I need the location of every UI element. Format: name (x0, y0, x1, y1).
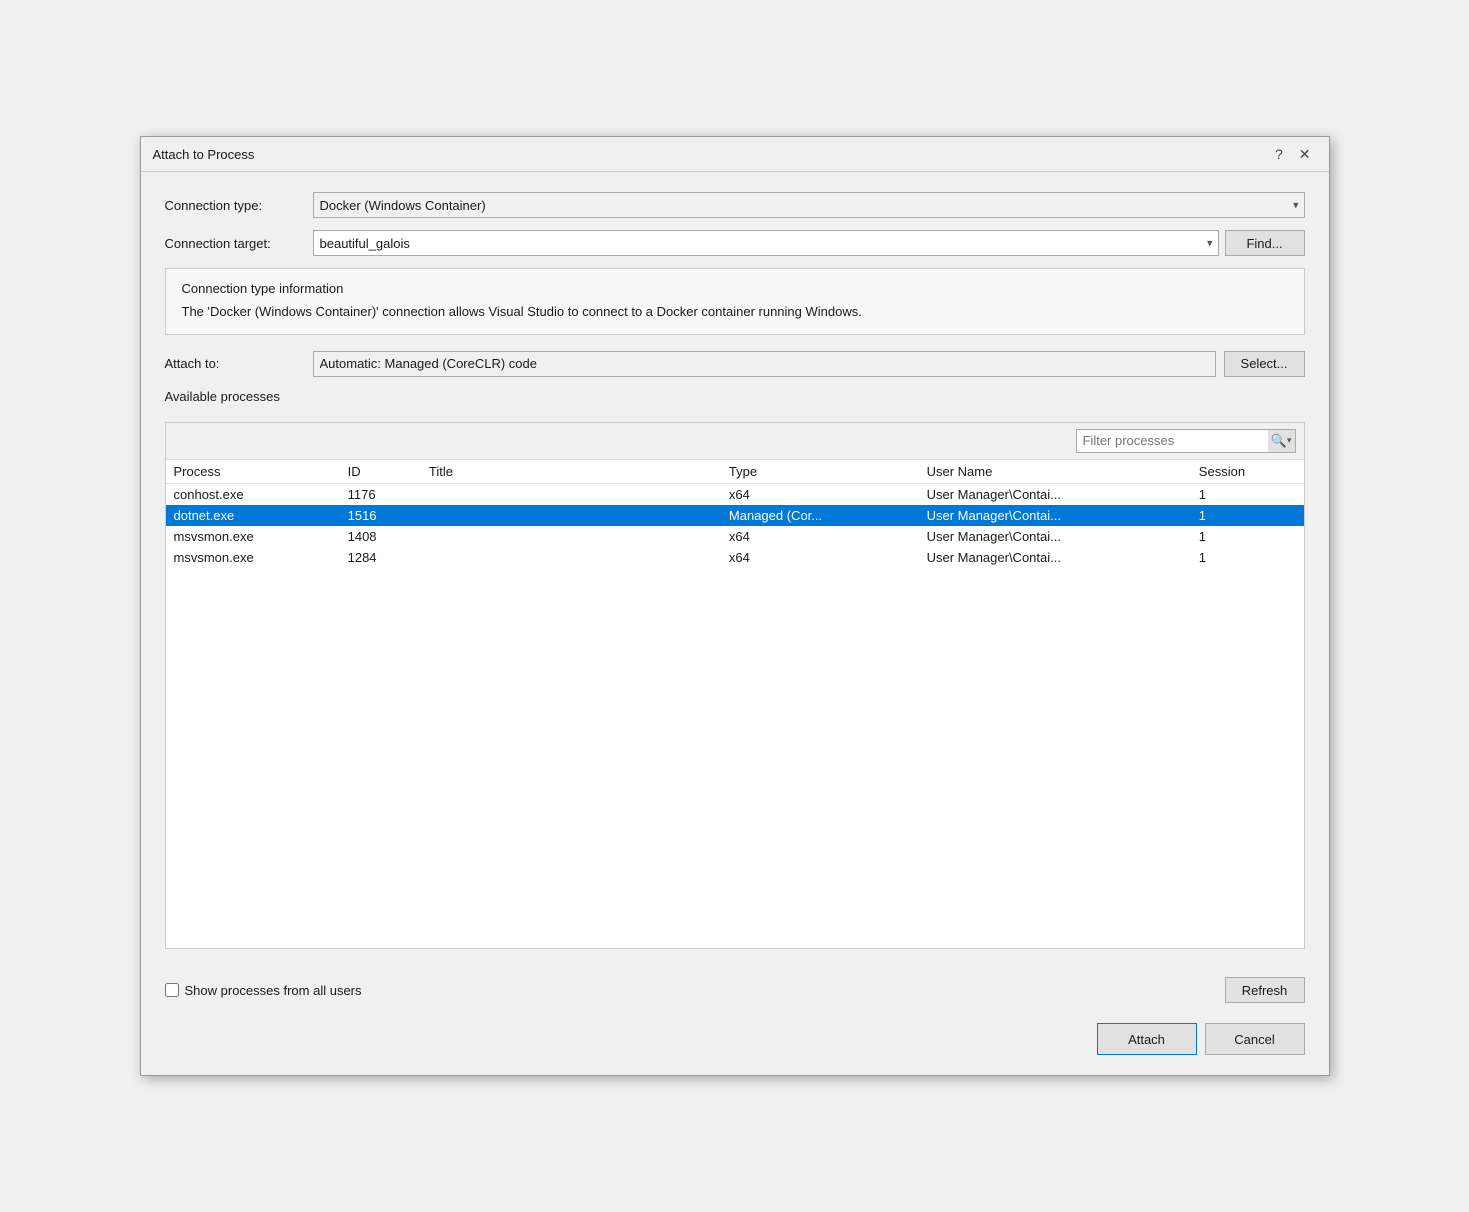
title-bar-controls: ? ✕ (1269, 145, 1317, 163)
cancel-button[interactable]: Cancel (1205, 1023, 1305, 1055)
process-table-body: conhost.exe1176x64User Manager\Contai...… (166, 483, 1304, 568)
attach-to-input (313, 351, 1216, 377)
cell-type: x64 (721, 483, 919, 505)
info-section-text: The 'Docker (Windows Container)' connect… (182, 302, 1288, 322)
cell-title (421, 526, 721, 547)
cell-id: 1516 (340, 505, 421, 526)
connection-type-label: Connection type: (165, 198, 305, 213)
select-button[interactable]: Select... (1224, 351, 1305, 377)
attach-to-row: Attach to: Select... (165, 351, 1305, 377)
dialog-body: Connection type: Docker (Windows Contain… (141, 172, 1329, 969)
cell-type: x64 (721, 547, 919, 568)
cell-id: 1284 (340, 547, 421, 568)
search-icon: 🔍 (1271, 433, 1287, 449)
help-button[interactable]: ? (1269, 145, 1289, 163)
cell-session: 1 (1191, 505, 1304, 526)
dialog-footer: Attach Cancel (141, 1015, 1329, 1075)
cell-id: 1176 (340, 483, 421, 505)
col-id: ID (340, 460, 421, 484)
cell-process: msvsmon.exe (166, 547, 340, 568)
process-table-header-row: Process ID Title Type User Name Session (166, 460, 1304, 484)
table-row[interactable]: dotnet.exe1516 Managed (Cor...User Manage… (166, 505, 1304, 526)
cell-process: conhost.exe (166, 483, 340, 505)
filter-input-wrapper: 🔍 ▾ (1076, 429, 1296, 453)
connection-type-select[interactable]: Docker (Windows Container)Default (Windo… (313, 192, 1305, 218)
available-processes-box: 🔍 ▾ Process ID Title Type User Name (165, 422, 1305, 950)
dropdown-icon: ▾ (1287, 435, 1292, 446)
filter-search-button[interactable]: 🔍 ▾ (1268, 429, 1296, 453)
col-session: Session (1191, 460, 1304, 484)
connection-target-row: Connection target: Find... (165, 230, 1305, 256)
cell-username: User Manager\Contai... (919, 547, 1191, 568)
col-type: Type (721, 460, 919, 484)
filter-bar: 🔍 ▾ (166, 423, 1304, 460)
connection-type-row: Connection type: Docker (Windows Contain… (165, 192, 1305, 218)
cell-id: 1408 (340, 526, 421, 547)
cell-title (421, 547, 721, 568)
filter-processes-input[interactable] (1076, 429, 1296, 453)
cell-type: x64 (721, 526, 919, 547)
info-section-title: Connection type information (182, 281, 1288, 296)
process-table-header: Process ID Title Type User Name Session (166, 460, 1304, 484)
table-row[interactable]: msvsmon.exe1408 x64User Manager\Contai...… (166, 526, 1304, 547)
process-table: Process ID Title Type User Name Session … (166, 460, 1304, 568)
connection-type-select-wrapper: Docker (Windows Container)Default (Windo… (313, 192, 1305, 218)
dialog-title: Attach to Process (153, 147, 255, 162)
cell-session: 1 (1191, 547, 1304, 568)
show-all-users-text: Show processes from all users (185, 983, 362, 998)
attach-button[interactable]: Attach (1097, 1023, 1197, 1055)
bottom-bar: Show processes from all users Refresh (141, 969, 1329, 1015)
table-row[interactable]: conhost.exe1176 x64User Manager\Contai...… (166, 483, 1304, 505)
cell-title (421, 483, 721, 505)
cell-session: 1 (1191, 526, 1304, 547)
col-process: Process (166, 460, 340, 484)
cell-type: Managed (Cor... (721, 505, 919, 526)
attach-to-label: Attach to: (165, 356, 305, 371)
connection-target-input[interactable] (313, 230, 1219, 256)
cell-username: User Manager\Contai... (919, 505, 1191, 526)
cell-username: User Manager\Contai... (919, 526, 1191, 547)
col-username: User Name (919, 460, 1191, 484)
cell-session: 1 (1191, 483, 1304, 505)
cell-title (421, 505, 721, 526)
cell-username: User Manager\Contai... (919, 483, 1191, 505)
cell-process: dotnet.exe (166, 505, 340, 526)
close-button[interactable]: ✕ (1293, 145, 1317, 163)
table-row[interactable]: msvsmon.exe1284 x64User Manager\Contai...… (166, 547, 1304, 568)
available-processes-title: Available processes (165, 389, 1305, 404)
col-title: Title (421, 460, 721, 484)
show-all-users-label[interactable]: Show processes from all users (165, 983, 362, 998)
refresh-button[interactable]: Refresh (1225, 977, 1305, 1003)
connection-target-label: Connection target: (165, 236, 305, 251)
process-table-container: Process ID Title Type User Name Session … (166, 460, 1304, 949)
find-button[interactable]: Find... (1225, 230, 1305, 256)
connection-target-input-group: Find... (313, 230, 1305, 256)
attach-to-process-dialog: Attach to Process ? ✕ Connection type: D… (140, 136, 1330, 1076)
info-section: Connection type information The 'Docker … (165, 268, 1305, 335)
connection-target-wrapper (313, 230, 1219, 256)
title-bar: Attach to Process ? ✕ (141, 137, 1329, 172)
cell-process: msvsmon.exe (166, 526, 340, 547)
show-all-users-checkbox[interactable] (165, 983, 179, 997)
